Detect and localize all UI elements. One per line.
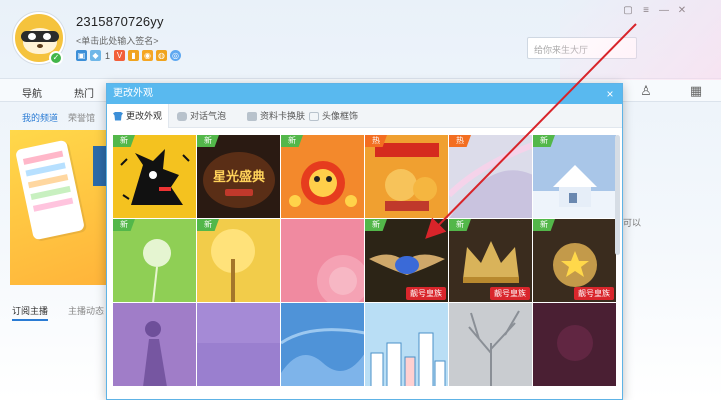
skin-preview-image (197, 219, 280, 302)
tab-chat-bubble[interactable]: 对话气泡 (171, 104, 232, 128)
card-icon (247, 111, 257, 121)
frame-icon (309, 111, 319, 121)
nav-item-navigation[interactable]: 导航 (22, 85, 42, 100)
skin-preview-image (365, 135, 448, 218)
skin-thumbnail[interactable]: 新 (113, 135, 197, 219)
skin-preview-image (113, 303, 196, 386)
skin-thumbnail[interactable]: 新靓号皇族 (533, 219, 617, 303)
dialog-title: 更改外观 (113, 88, 153, 99)
skin-thumbnail[interactable] (533, 303, 617, 387)
diamond-icon[interactable]: ◆ (90, 50, 101, 61)
promo-banner[interactable] (10, 130, 107, 285)
game-icon[interactable]: ▣ (76, 50, 87, 61)
vip-ribbon: 靓号皇族 (406, 287, 446, 300)
settings-circle-icon[interactable]: ◎ (170, 50, 182, 61)
skin-preview-image (365, 303, 448, 386)
skin-preview-image (113, 135, 196, 218)
tab-label: 对话气泡 (190, 111, 227, 121)
tab-change-appearance[interactable]: 更改外观 (107, 104, 170, 128)
skin-thumbnail[interactable]: 新靓号皇族 (365, 219, 449, 303)
bottom-tabs: 订阅主播 主播动态 (0, 298, 107, 321)
skin-preview-image (449, 303, 532, 386)
minimize-icon[interactable]: — (656, 4, 672, 18)
skin-thumbnail[interactable] (113, 303, 197, 387)
skin-preview-image (449, 135, 532, 218)
nav-item-hot[interactable]: 热门 (74, 85, 94, 100)
skin-preview-image (113, 219, 196, 302)
skin-thumbnail[interactable]: 热 (449, 135, 533, 219)
skin-thumbnail[interactable]: 新靓号皇族 (449, 219, 533, 303)
close-icon[interactable]: ✕ (674, 4, 690, 18)
skin-preview-image (197, 303, 280, 386)
vip-ribbon: 靓号皇族 (574, 287, 614, 300)
skin-thumbnail[interactable]: 星光盛典新 (197, 135, 281, 219)
tab-subscribed-hosts[interactable]: 订阅主播 (12, 304, 49, 321)
skin-preview-image: 星光盛典 (197, 135, 280, 218)
tab-avatar-frame[interactable]: 头像框饰 (303, 104, 364, 128)
skin-preview-image (281, 303, 364, 386)
tab-label: 更改外观 (126, 111, 163, 121)
change-appearance-dialog: 更改外观 × 更改外观 对话气泡 资料卡换肤 头像框饰 新星光盛典新新热热新新新… (106, 83, 623, 400)
menu-icon[interactable]: ≡ (638, 4, 654, 18)
skin-thumbnail[interactable] (281, 303, 365, 387)
apps-grid-icon[interactable]: ▦ (688, 83, 704, 99)
skin-preview-image (533, 135, 616, 218)
partial-text: 可以 (623, 218, 642, 228)
skin-icon[interactable]: ▢ (620, 4, 636, 18)
tab-profile-card-skin[interactable]: 资料卡换肤 (241, 104, 311, 128)
skin-preview-image (281, 219, 364, 302)
member-icon[interactable]: ▮ (128, 50, 140, 61)
scrollbar[interactable] (615, 135, 620, 255)
tab-label: 资料卡换肤 (260, 111, 306, 121)
tab-label: 头像框饰 (322, 111, 359, 121)
skin-grid: 新星光盛典新新热热新新新新靓号皇族新靓号皇族新靓号皇族 (113, 135, 617, 399)
skin-thumbnail[interactable] (449, 303, 533, 387)
skin-thumbnail[interactable]: 新 (281, 135, 365, 219)
shirt-icon (113, 111, 123, 121)
skin-thumbnail[interactable] (365, 303, 449, 387)
badge-count: 1 (105, 50, 111, 61)
skin-thumbnail[interactable]: 新 (113, 219, 197, 303)
dialog-close-icon[interactable]: × (604, 84, 616, 104)
username: 2315870726yy (76, 14, 164, 29)
search-input[interactable]: 给你来生大厅 (527, 37, 637, 59)
gift-icon[interactable]: ◉ (142, 50, 154, 61)
skin-thumbnail[interactable] (281, 219, 365, 303)
contacts-icon[interactable]: ♙ (638, 83, 654, 99)
bubble-icon (177, 111, 187, 121)
skin-thumbnail[interactable]: 热 (365, 135, 449, 219)
sub-nav-my-channel[interactable]: 我的频道 (22, 111, 58, 124)
skin-thumbnail[interactable]: 新 (197, 219, 281, 303)
skin-thumbnail[interactable]: 新 (533, 135, 617, 219)
svg-text:星光盛典: 星光盛典 (213, 169, 265, 185)
vip-ribbon: 靓号皇族 (490, 287, 530, 300)
dialog-tabs: 更改外观 对话气泡 资料卡换肤 头像框饰 (107, 104, 622, 128)
skin-preview-image (533, 303, 616, 386)
online-status-icon: ✓ (49, 51, 63, 65)
level-icon[interactable]: ◍ (156, 50, 168, 61)
signature-field[interactable]: <单击此处输入签名> (76, 34, 159, 47)
skin-preview-image (281, 135, 364, 218)
tab-host-updates[interactable]: 主播动态 (68, 304, 104, 317)
window-controls: ▢ ≡ — ✕ (620, 4, 690, 18)
vip-icon[interactable]: V (114, 50, 126, 61)
sub-nav-honor-hall[interactable]: 荣誉馆 (68, 111, 95, 124)
badge-row: ▣ ◆ 1 V ▮ ◉ ◍ ◎ (76, 50, 182, 61)
skin-thumbnail[interactable] (197, 303, 281, 387)
sub-nav: 我的频道 荣誉馆 (0, 103, 107, 125)
dialog-title-bar: 更改外观 × (107, 84, 622, 104)
